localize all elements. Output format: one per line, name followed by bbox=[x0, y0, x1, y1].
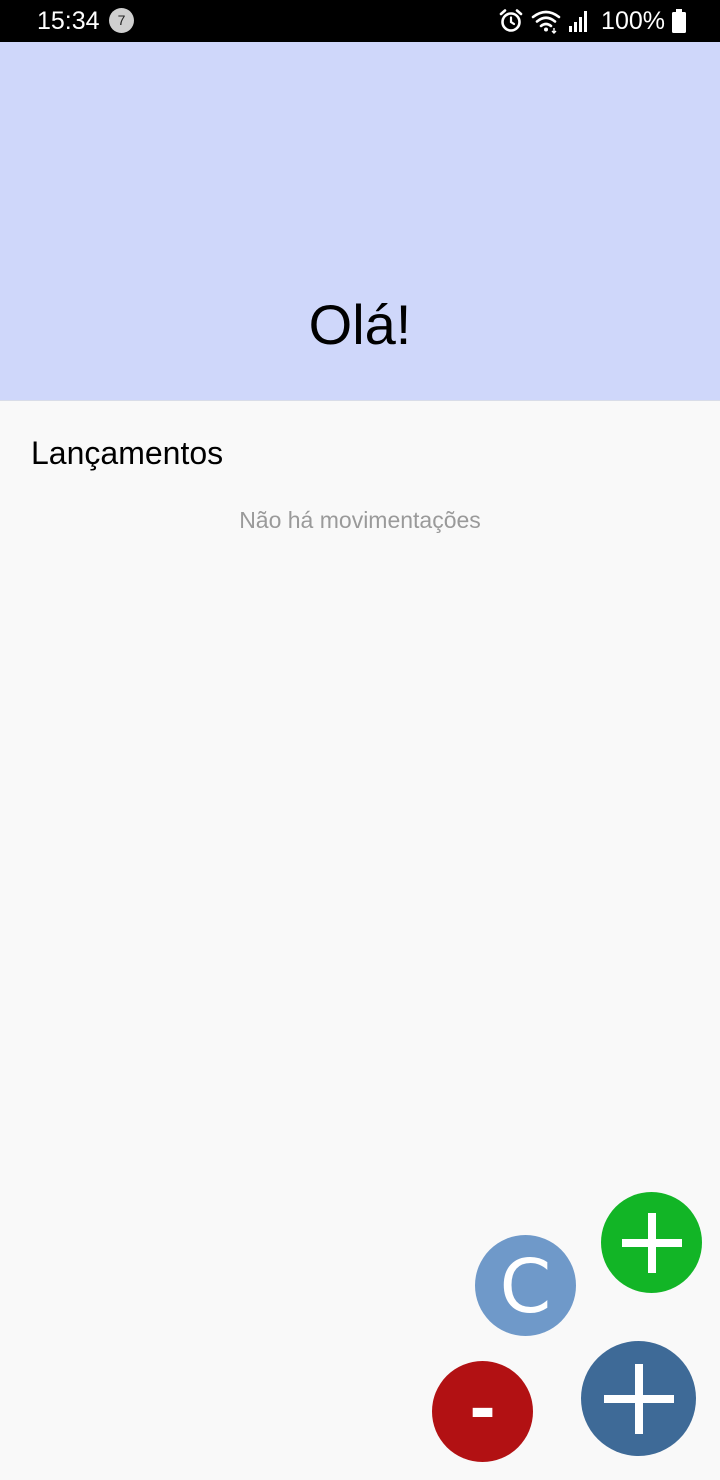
status-bar: 15:34 7 100% bbox=[0, 0, 720, 42]
wifi-icon bbox=[531, 10, 561, 34]
clear-button-label: C bbox=[499, 1243, 552, 1330]
status-icons: 100% bbox=[498, 6, 686, 36]
transactions-title: Lançamentos bbox=[31, 435, 224, 471]
add-expense-button[interactable]: - bbox=[432, 1361, 533, 1462]
main-fab-button[interactable] bbox=[581, 1341, 696, 1456]
clear-button[interactable]: C bbox=[475, 1235, 576, 1336]
notification-count-badge: 7 bbox=[109, 8, 134, 33]
app-screen: 15:34 7 100% Olá! Lançamentos Não há mov… bbox=[0, 0, 720, 1480]
empty-transactions-message: Não há movimentações bbox=[239, 507, 481, 533]
greeting-title: Olá! bbox=[308, 293, 412, 356]
battery-icon bbox=[672, 9, 686, 33]
status-time: 15:34 bbox=[37, 7, 100, 35]
plus-icon bbox=[621, 1212, 682, 1273]
header-banner: Olá! bbox=[0, 42, 720, 401]
add-income-button[interactable] bbox=[601, 1192, 702, 1293]
battery-percentage: 100% bbox=[601, 7, 665, 35]
signal-icon bbox=[569, 11, 588, 32]
alarm-icon bbox=[499, 9, 523, 32]
expense-button-label: - bbox=[469, 1372, 496, 1447]
plus-icon bbox=[603, 1363, 674, 1434]
